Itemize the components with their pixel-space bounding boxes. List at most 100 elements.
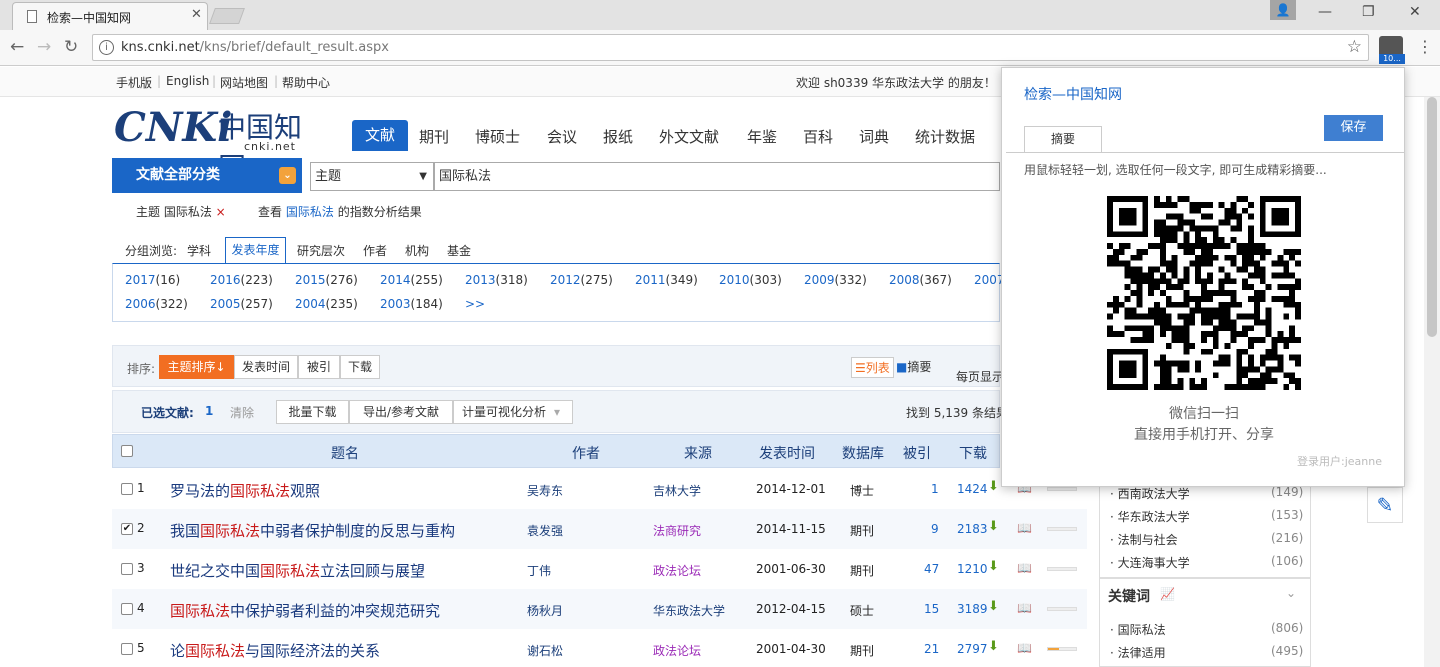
col-cited[interactable]: 被引 [903, 443, 931, 463]
nav-conference[interactable]: 会议 [547, 126, 577, 147]
result-title[interactable]: 罗马法的国际私法观照 [170, 480, 320, 501]
result-cited[interactable]: 15 [924, 602, 939, 616]
year-item[interactable]: 2007 [974, 273, 1005, 287]
chevron-down-icon[interactable]: ⌄ [279, 167, 296, 184]
address-bar[interactable]: i kns.cnki.net/kns/brief/default_result.… [92, 34, 1369, 61]
mobile-link[interactable]: 手机版 [116, 74, 152, 91]
col-title[interactable]: 题名 [331, 443, 359, 463]
table-row[interactable]: 1 罗马法的国际私法观照 吴寿东 吉林大学 2014-12-01 博士 1 1424 ⬇ 📖 [112, 469, 1087, 509]
year-link[interactable]: 2014 [380, 273, 411, 287]
year-item[interactable]: 2010(303) [719, 273, 782, 287]
year-item[interactable]: 2014(255) [380, 273, 443, 287]
table-row[interactable]: 3 世纪之交中国国际私法立法回顾与展望 丁伟 政法论坛 2001-06-30 期刊 47 12… [112, 549, 1087, 589]
nav-dictionary[interactable]: 词典 [859, 126, 889, 147]
popup-tab-abstract[interactable]: 摘要 [1024, 126, 1102, 153]
result-downloads[interactable]: 1210 [957, 562, 988, 576]
result-downloads[interactable]: 3189 [957, 602, 988, 616]
result-author[interactable]: 吴寿东 [527, 482, 563, 499]
nav-literature[interactable]: 文献 [352, 120, 408, 151]
year-item[interactable]: 2013(318) [465, 273, 528, 287]
result-downloads[interactable]: 2797 [957, 642, 988, 656]
nav-thesis[interactable]: 博硕士 [475, 126, 520, 147]
group-tab-year[interactable]: 发表年度 [225, 237, 286, 264]
category-button[interactable]: 文献全部分类 ⌄ [112, 158, 302, 193]
download-icon[interactable]: ⬇ [988, 479, 999, 494]
save-button[interactable]: 保存 [1324, 115, 1383, 141]
trend-chart-icon[interactable]: 📈 [1160, 587, 1175, 601]
col-date[interactable]: 发表时间 [759, 443, 815, 463]
group-tab-subject[interactable]: 学科 [187, 242, 211, 259]
sort-date-button[interactable]: 发表时间 [234, 355, 298, 379]
result-source[interactable]: 华东政法大学 [653, 602, 725, 619]
group-tab-author[interactable]: 作者 [363, 242, 387, 259]
result-cited[interactable]: 1 [931, 482, 939, 496]
year-item[interactable]: 2006(322) [125, 297, 188, 311]
year-item[interactable]: 2015(276) [295, 273, 358, 287]
year-link[interactable]: 2017 [125, 273, 156, 287]
row-checkbox[interactable] [121, 603, 133, 615]
reload-icon[interactable]: ↻ [64, 37, 78, 57]
nav-newspaper[interactable]: 报纸 [603, 126, 633, 147]
result-source[interactable]: 吉林大学 [653, 482, 701, 499]
profile-icon[interactable]: 👤 [1270, 0, 1296, 20]
year-link[interactable]: 2016 [210, 273, 241, 287]
row-checkbox[interactable] [121, 483, 133, 495]
export-button[interactable]: 导出/参考文献 [349, 400, 453, 424]
year-item[interactable]: 2017(16) [125, 273, 180, 287]
facet-item[interactable]: · 西南政法大学 [1110, 485, 1190, 502]
col-author[interactable]: 作者 [572, 443, 600, 463]
read-online-icon[interactable]: 📖 [1017, 641, 1032, 655]
browser-tab[interactable]: 检索—中国知网 ✕ [12, 2, 208, 30]
result-cited[interactable]: 9 [931, 522, 939, 536]
row-checkbox[interactable]: ✔ [121, 523, 133, 535]
result-cited[interactable]: 47 [924, 562, 939, 576]
year-link[interactable]: 2015 [295, 273, 326, 287]
result-source[interactable]: 政法论坛 [653, 562, 701, 579]
result-downloads[interactable]: 1424 [957, 482, 988, 496]
sort-download-button[interactable]: 下载 [340, 355, 380, 379]
back-icon[interactable]: ← [10, 37, 24, 57]
download-icon[interactable]: ⬇ [988, 599, 999, 614]
result-author[interactable]: 谢石松 [527, 642, 563, 659]
field-select[interactable]: 主题 ▼ [310, 162, 434, 191]
year-link[interactable]: 2009 [804, 273, 835, 287]
download-icon[interactable]: ⬇ [988, 559, 999, 574]
table-row[interactable]: 4 国际私法中保护弱者利益的冲突规范研究 杨秋月 华东政法大学 2012-04-15 硕士… [112, 589, 1087, 629]
year-link[interactable]: 2005 [210, 297, 241, 311]
result-author[interactable]: 丁伟 [527, 562, 551, 579]
read-online-icon[interactable]: 📖 [1017, 561, 1032, 575]
facet-item[interactable]: · 大连海事大学 [1110, 554, 1190, 571]
table-row[interactable]: ✔ 2 我国国际私法中弱者保护制度的反思与重构 袁发强 法商研究 2014-11-15 期刊… [112, 509, 1087, 549]
year-link[interactable]: 2010 [719, 273, 750, 287]
bookmark-star-icon[interactable]: ☆ [1347, 37, 1362, 57]
year-item[interactable]: 2016(223) [210, 273, 273, 287]
col-download[interactable]: 下载 [959, 443, 987, 463]
view-list-button[interactable]: ☰列表 [851, 357, 894, 378]
result-title[interactable]: 我国国际私法中弱者保护制度的反思与重构 [170, 520, 455, 541]
year-link[interactable]: 2004 [295, 297, 326, 311]
pencil-icon[interactable]: ✎ [1367, 487, 1403, 523]
english-link[interactable]: English [166, 74, 209, 88]
info-icon[interactable]: i [99, 40, 114, 55]
group-tab-level[interactable]: 研究层次 [297, 242, 345, 259]
year-link[interactable]: 2006 [125, 297, 156, 311]
year-item[interactable]: >> [465, 297, 485, 311]
year-link[interactable]: 2003 [380, 297, 411, 311]
download-icon[interactable]: ⬇ [988, 519, 999, 534]
sitemap-link[interactable]: 网站地图 [220, 74, 268, 91]
visual-analysis-button[interactable]: 计量可视化分析 ▾ [453, 400, 573, 424]
forward-icon[interactable]: → [37, 37, 51, 57]
result-title[interactable]: 论国际私法与国际经济法的关系 [170, 640, 380, 661]
result-author[interactable]: 杨秋月 [527, 602, 563, 619]
chevron-down-icon[interactable]: ⌄ [1286, 586, 1296, 600]
restore-icon[interactable]: ❐ [1362, 4, 1375, 20]
row-checkbox[interactable] [121, 643, 133, 655]
sort-cited-button[interactable]: 被引 [298, 355, 340, 379]
result-title[interactable]: 世纪之交中国国际私法立法回顾与展望 [170, 560, 425, 581]
nav-journal[interactable]: 期刊 [419, 126, 449, 147]
analysis-link[interactable]: 查看 国际私法 的指数分析结果 [258, 203, 422, 220]
year-item[interactable]: 2005(257) [210, 297, 273, 311]
col-database[interactable]: 数据库 [842, 443, 884, 463]
result-author[interactable]: 袁发强 [527, 522, 563, 539]
result-downloads[interactable]: 2183 [957, 522, 988, 536]
